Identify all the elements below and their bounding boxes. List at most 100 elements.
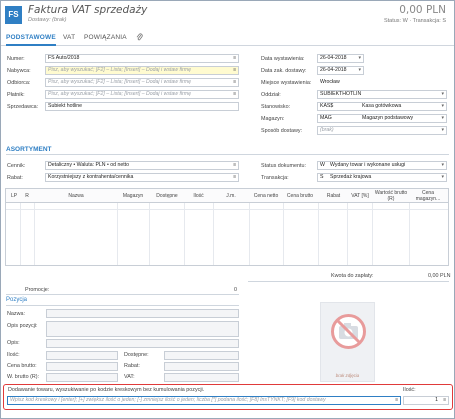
column-header-gross-value[interactable]: Wartość brutto (R) bbox=[374, 189, 408, 203]
column-header-vat[interactable]: VAT [%] bbox=[349, 189, 371, 203]
number-value: FS Auto/2018 bbox=[48, 55, 80, 61]
buyer-field[interactable]: Pisz, aby wyszukać; [F2] – Lista; [Inser… bbox=[45, 66, 239, 75]
list-icon[interactable]: ≡ bbox=[233, 174, 236, 181]
issue-date-field[interactable]: 26-04-2018 ▾ bbox=[317, 54, 364, 63]
delivery-date-field[interactable]: 26-04-2018 ▾ bbox=[317, 66, 364, 75]
column-header-gross-price[interactable]: Cena brutto bbox=[284, 189, 316, 203]
barcode-input[interactable]: Wpisz kod kreskowy i [enter]; [+] zwięks… bbox=[7, 396, 401, 405]
station-name: Kasa gotówkowa bbox=[362, 103, 402, 109]
column-header-r[interactable]: R bbox=[21, 189, 33, 203]
column-divider bbox=[149, 203, 150, 265]
barcode-qty-label: Ilość: bbox=[403, 387, 416, 393]
position-name-label: Nazwa: bbox=[7, 311, 25, 317]
chevron-down-icon[interactable]: ▾ bbox=[441, 91, 444, 98]
payer-field[interactable]: Pisz, aby wyszukać; [F2] – Lista; [Inser… bbox=[45, 90, 239, 99]
document-status: Status: W · Transakcja: S bbox=[383, 18, 446, 24]
column-header-available[interactable]: Dostępne bbox=[151, 189, 183, 203]
list-icon[interactable]: ≡ bbox=[233, 91, 236, 98]
position-vat-field[interactable] bbox=[164, 373, 239, 382]
position-value-field bbox=[46, 373, 118, 382]
discount-field[interactable]: Korzystniejszy z kontrahenta/cennika ≡ bbox=[45, 173, 239, 182]
chevron-down-icon[interactable]: ▾ bbox=[441, 115, 444, 122]
position-qty-field[interactable] bbox=[46, 351, 118, 360]
barcode-qty-field[interactable]: 1 ≡ bbox=[403, 396, 449, 405]
place-label: Miejsce wystawienia: bbox=[261, 80, 312, 86]
discount-value: Korzystniejszy z kontrahenta/cennika bbox=[48, 174, 134, 180]
chevron-down-icon[interactable]: ▾ bbox=[358, 67, 361, 74]
section-divider bbox=[6, 305, 239, 306]
table-row[interactable] bbox=[6, 203, 448, 210]
column-header-warehouse[interactable]: Magazyn bbox=[118, 189, 148, 203]
transaction-field[interactable]: S Sprzedaż krajowa ▾ bbox=[317, 173, 447, 182]
chevron-down-icon[interactable]: ▾ bbox=[358, 55, 361, 62]
recipient-label: Odbiorca: bbox=[7, 80, 31, 86]
chevron-down-icon[interactable]: ▾ bbox=[441, 162, 444, 169]
warehouse-field[interactable]: MAG Magazyn podstawowy ▾ bbox=[317, 114, 447, 123]
list-icon[interactable]: ≡ bbox=[233, 162, 236, 169]
items-grid[interactable]: LP R Nazwa Magazyn Dostępne Ilość J.m. C… bbox=[5, 188, 449, 266]
warehouse-code: MAG bbox=[320, 115, 332, 121]
list-icon[interactable]: ≡ bbox=[233, 67, 236, 74]
position-available-label: Dostępne: bbox=[124, 352, 149, 358]
branch-field[interactable]: SUBIEKTHOTLIN ▾ bbox=[317, 90, 447, 99]
column-header-lp[interactable]: LP bbox=[8, 189, 20, 203]
document-type-badge: FS bbox=[5, 6, 22, 24]
recipient-placeholder: Pisz, aby wyszukać; [F2] – Lista; [Inser… bbox=[48, 79, 191, 85]
promotions-label: Promocje: bbox=[25, 287, 50, 293]
delivery-method-value: (brak) bbox=[320, 127, 334, 133]
doc-status-value: Wydany towar i wykonane usługi bbox=[330, 162, 406, 168]
promotions-value: 0 bbox=[234, 287, 237, 293]
station-field[interactable]: KAS$ Kasa gotówkowa ▾ bbox=[317, 102, 447, 111]
buyer-label: Nabywca: bbox=[7, 68, 31, 74]
paperclip-icon[interactable] bbox=[136, 33, 143, 44]
tab-vat[interactable]: VAT bbox=[63, 34, 75, 41]
position-note-field[interactable] bbox=[46, 339, 239, 348]
no-photo-caption: brak zdjęcia bbox=[335, 373, 360, 378]
doc-status-label: Status dokumentu: bbox=[261, 163, 306, 169]
pricelist-value: Detaliczny • Waluta: PLN • od netto bbox=[48, 162, 130, 168]
pricelist-field[interactable]: Detaliczny • Waluta: PLN • od netto ≡ bbox=[45, 161, 239, 170]
position-note-label: Opis: bbox=[7, 340, 20, 346]
position-desc-label: Opis pozycji: bbox=[7, 323, 38, 329]
no-photo-icon bbox=[331, 314, 366, 349]
number-field[interactable]: FS Auto/2018 ≡ bbox=[45, 54, 239, 63]
position-desc-field[interactable] bbox=[46, 321, 239, 337]
column-header-name[interactable]: Nazwa bbox=[36, 189, 116, 203]
column-header-warehouse-price[interactable]: Cena magazyn... bbox=[410, 189, 446, 203]
column-header-discount[interactable]: Rabat bbox=[321, 189, 346, 203]
number-label: Numer: bbox=[7, 56, 25, 62]
position-gross-label: Cena brutto: bbox=[7, 363, 37, 369]
chevron-down-icon[interactable]: ▾ bbox=[441, 127, 444, 134]
delivery-method-field[interactable]: (brak) ▾ bbox=[317, 126, 447, 135]
tab-basic[interactable]: PODSTAWOWE bbox=[6, 34, 56, 46]
chevron-down-icon[interactable]: ▾ bbox=[441, 174, 444, 181]
pricelist-label: Cennik: bbox=[7, 163, 26, 169]
seller-label: Sprzedawca: bbox=[7, 104, 39, 110]
position-discount-field[interactable] bbox=[164, 362, 239, 371]
tab-relations[interactable]: POWIĄZANIA bbox=[84, 34, 127, 41]
column-header-unit[interactable]: J.m. bbox=[216, 189, 246, 203]
list-icon[interactable]: ≡ bbox=[233, 79, 236, 86]
station-label: Stanowisko: bbox=[261, 104, 291, 110]
list-icon[interactable]: ≡ bbox=[233, 55, 236, 62]
position-gross-field[interactable] bbox=[46, 362, 118, 371]
chevron-down-icon[interactable]: ▾ bbox=[441, 103, 444, 110]
recipient-field[interactable]: Pisz, aby wyszukać; [F2] – Lista; [Inser… bbox=[45, 78, 239, 87]
station-code: KAS$ bbox=[320, 103, 334, 109]
column-divider bbox=[372, 203, 373, 265]
stepper-icon[interactable]: ≡ bbox=[443, 397, 446, 404]
position-name-field[interactable] bbox=[46, 309, 239, 318]
place-field[interactable]: Wrocław bbox=[317, 78, 447, 87]
column-header-quantity[interactable]: Ilość bbox=[186, 189, 211, 203]
list-icon[interactable]: ≡ bbox=[395, 397, 398, 404]
column-header-net-price[interactable]: Cena netto bbox=[251, 189, 281, 203]
delivery-date-value: 26-04-2018 bbox=[320, 67, 347, 73]
transaction-value: Sprzedaż krajowa bbox=[330, 174, 372, 180]
transaction-code: S bbox=[320, 174, 324, 180]
doc-status-field[interactable]: W Wydany towar i wykonane usługi ▾ bbox=[317, 161, 447, 170]
position-qty-label: Ilość: bbox=[7, 352, 20, 358]
seller-field[interactable]: Subiekt hotline bbox=[45, 102, 239, 111]
column-divider bbox=[20, 203, 21, 265]
section-divider bbox=[248, 281, 449, 282]
branch-label: Oddział: bbox=[261, 92, 281, 98]
